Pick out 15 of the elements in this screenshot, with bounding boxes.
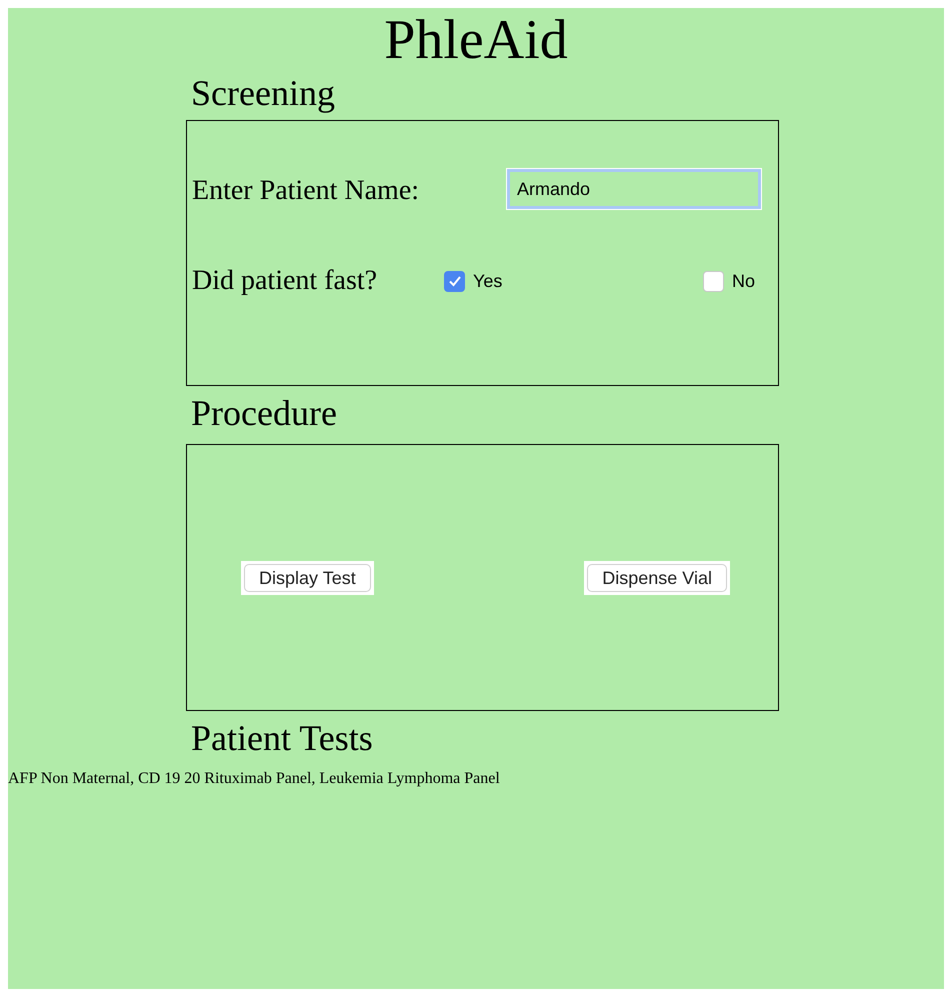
section-heading: Procedure (191, 392, 337, 434)
checkbox[interactable] (444, 270, 465, 292)
field-label: Did patient fast? (192, 264, 378, 298)
section-heading: Screening (191, 72, 335, 114)
checkbox-label: No (732, 270, 755, 292)
name-input-field[interactable]: Armando (507, 169, 761, 209)
action-button[interactable]: Dispense Vial (587, 564, 727, 592)
checkbox-label: Yes (473, 270, 502, 292)
action-button[interactable]: Display Test (244, 564, 371, 592)
field-label: Enter Patient Name: (192, 174, 420, 208)
app-title: PhleAid (384, 8, 568, 72)
patient-tests-list: AFP Non Maternal, CD 19 20 Rituximab Panel, Leukemia Lymphoma Panel (8, 767, 500, 791)
section-heading: Patient Tests (191, 717, 373, 759)
checkbox[interactable] (702, 270, 724, 292)
checkmark-icon (448, 274, 462, 288)
